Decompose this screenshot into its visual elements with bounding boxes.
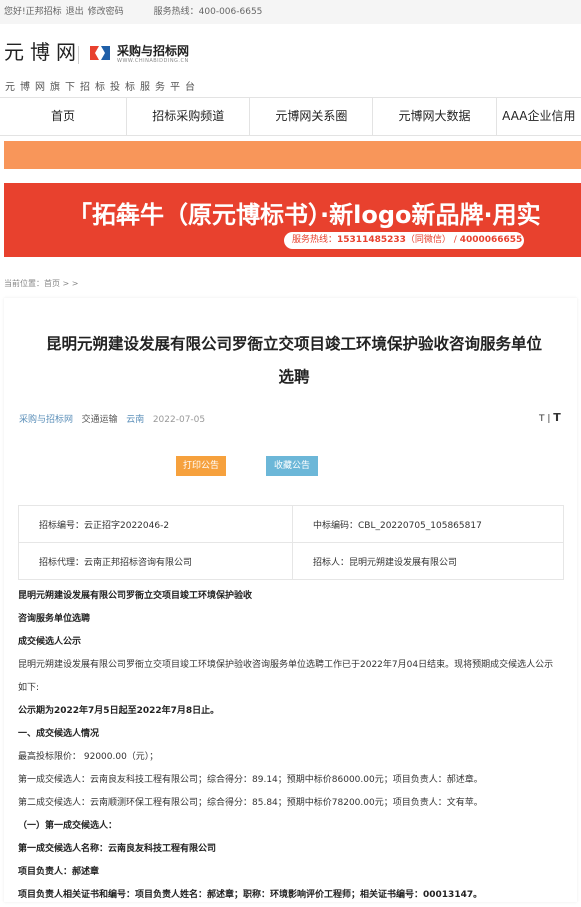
logo-divider bbox=[78, 46, 79, 64]
body-line: （一）第一成交候选人： bbox=[18, 821, 118, 831]
body-line: 咨询服务单位选聘 bbox=[18, 614, 91, 624]
body-line: 一、成交候选人情况 bbox=[18, 729, 100, 739]
promo-strip[interactable] bbox=[4, 141, 581, 169]
font-size-control: T | T bbox=[539, 411, 561, 424]
site-logo[interactable]: 元博网 bbox=[4, 36, 82, 65]
favorite-button[interactable]: 收藏公告 bbox=[266, 456, 318, 476]
article-card: 昆明元朔建设发展有限公司罗衙立交项目竣工环境保护验收咨询服务单位选聘 采购与招标… bbox=[4, 298, 577, 902]
nav-item-bidding[interactable]: 招标采购频道 bbox=[127, 98, 251, 135]
site-tagline: 元博网旗下招标投标服务平台 bbox=[5, 82, 200, 93]
industry-tag: 交通运输 bbox=[81, 415, 118, 425]
banner-hotline: 服务热线：15311485233（同微信） / 4000066655 bbox=[284, 232, 524, 249]
bid-number: 招标编号：云正招字2022046-2 bbox=[18, 505, 293, 543]
article-body: 昆明元朔建设发展有限公司罗衙立交项目竣工环境保护验收 咨询服务单位选聘 成交候选… bbox=[18, 585, 573, 907]
hotline-text: 服务热线：400-006-6655 bbox=[153, 7, 263, 17]
publish-date: 2022-07-05 bbox=[152, 415, 206, 425]
body-line: 第一成交候选人名称：云南良友科技工程有限公司 bbox=[18, 844, 217, 854]
body-line: 第一成交候选人：云南良友科技工程有限公司；综合得分：89.14；预期中标价860… bbox=[18, 775, 483, 785]
font-large-button[interactable]: T bbox=[553, 411, 561, 424]
nav-item-home[interactable]: 首页 bbox=[0, 98, 128, 135]
change-password-link[interactable]: 修改密码 bbox=[88, 7, 124, 17]
nav-item-credit[interactable]: AAA企业信用 bbox=[497, 98, 581, 135]
body-line: 项目负责人相关证书和编号：项目负责人姓名：郝述章；职称：环境影响评价工程师；相关… bbox=[18, 890, 483, 900]
tenderer: 招标人：昆明元朔建设发展有限公司 bbox=[292, 542, 564, 580]
body-line: 第二成交候选人：云南顺测环保工程有限公司；综合得分：85.84；预期中标价782… bbox=[18, 798, 483, 808]
banner-sep: / bbox=[450, 235, 460, 245]
print-button[interactable]: 打印公告 bbox=[176, 456, 226, 476]
banner-title: 「拓犇牛（原元博标书）·新logo新品牌·用实 bbox=[68, 201, 541, 229]
body-line: 如下: bbox=[18, 683, 40, 693]
top-bar: 您好!正邦招标 退出 修改密码 服务热线：400-006-6655 bbox=[0, 0, 581, 24]
banner-hotline-label: 服务热线： bbox=[292, 235, 338, 245]
banner-wechat: （同微信） bbox=[405, 235, 451, 245]
banner-phone: 15311485233 bbox=[337, 235, 406, 245]
logout-link[interactable]: 退出 bbox=[66, 7, 84, 17]
body-line: 昆明元朔建设发展有限公司罗衙立交项目竣工环境保护验收咨询服务单位选聘工作已于20… bbox=[18, 660, 554, 670]
breadcrumb: 当前位置：首页 > > bbox=[4, 279, 79, 288]
main-nav: 首页 招标采购频道 元博网关系圈 元博网大数据 AAA企业信用 bbox=[0, 97, 581, 136]
banner-phone2: 4000066655 bbox=[459, 235, 523, 245]
article-meta: 采购与招标网 交通运输 云南 2022-07-05 bbox=[19, 412, 205, 425]
win-code: 中标编码：CBL_20220705_105865817 bbox=[292, 505, 564, 543]
body-line: 公示期为2022年7月5日起至2022年7月8日止。 bbox=[18, 706, 220, 716]
brand-logo-icon bbox=[90, 46, 110, 60]
brand-name: 采购与招标网 bbox=[117, 44, 190, 58]
brand-domain: WWW.CHINABIDDING.CN bbox=[117, 58, 189, 64]
promo-banner[interactable]: 「拓犇牛（原元博标书）·新logo新品牌·用实 服务热线：15311485233… bbox=[4, 183, 581, 257]
region-link[interactable]: 云南 bbox=[126, 415, 144, 425]
bid-info-table: 招标编号：云正招字2022046-2 中标编码：CBL_20220705_105… bbox=[18, 505, 564, 580]
source-link[interactable]: 采购与招标网 bbox=[19, 415, 73, 425]
body-line: 最高投标限价： 92000.00（元）； bbox=[18, 752, 159, 762]
nav-item-network[interactable]: 元博网关系圈 bbox=[250, 98, 374, 135]
nav-item-bigdata[interactable]: 元博网大数据 bbox=[373, 98, 497, 135]
bid-agent: 招标代理：云南正邦招标咨询有限公司 bbox=[18, 542, 293, 580]
font-small-button[interactable]: T bbox=[539, 414, 545, 424]
body-line: 成交候选人公示 bbox=[18, 637, 82, 647]
body-line: 昆明元朔建设发展有限公司罗衙立交项目竣工环境保护验收 bbox=[18, 591, 253, 601]
site-header: 元博网 采购与招标网 WWW.CHINABIDDING.CN 元博网旗下招标投标… bbox=[0, 24, 581, 96]
page-title: 昆明元朔建设发展有限公司罗衙立交项目竣工环境保护验收咨询服务单位选聘 bbox=[45, 335, 542, 386]
body-line: 项目负责人：郝述章 bbox=[18, 867, 100, 877]
greeting-text: 您好!正邦招标 bbox=[4, 7, 62, 17]
